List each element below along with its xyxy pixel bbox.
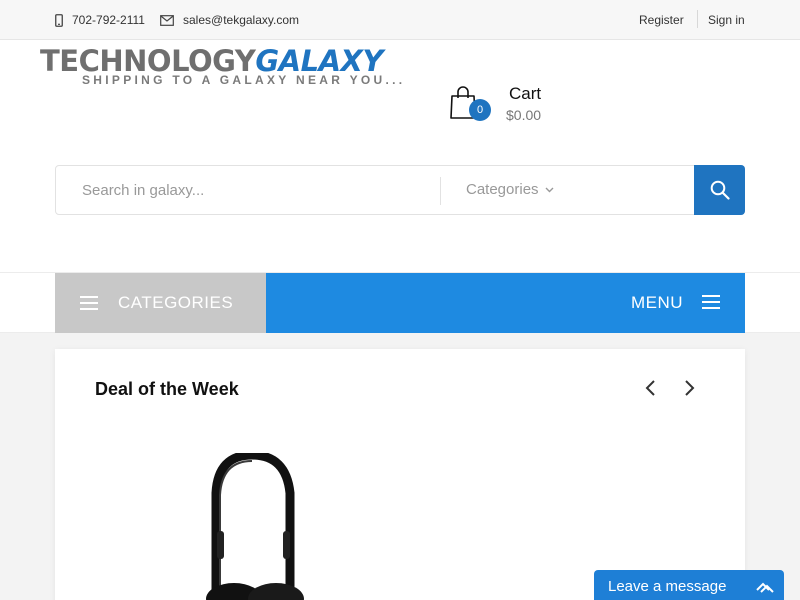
site-logo[interactable]: TECHNOLOGYGALAXY SHIPPING TO A GALAXY NE… [40, 44, 460, 88]
cart-count-badge: 0 [469, 99, 491, 121]
nav-band: CATEGORIES MENU [0, 272, 800, 333]
chevron-right-icon[interactable] [681, 379, 697, 397]
menu-bar[interactable]: MENU [266, 273, 745, 333]
hamburger-icon [80, 296, 98, 310]
hamburger-icon[interactable] [702, 295, 720, 309]
signin-link[interactable]: Sign in [708, 13, 745, 27]
search-button[interactable] [694, 165, 745, 215]
categories-button[interactable]: CATEGORIES [55, 273, 266, 333]
cart-label[interactable]: Cart [509, 84, 541, 104]
categories-label: CATEGORIES [118, 293, 234, 312]
mail-icon [160, 14, 174, 26]
search-bar: Categories [55, 165, 745, 215]
register-link[interactable]: Register [639, 13, 684, 27]
headphones-product-image[interactable] [200, 453, 310, 600]
search-icon [710, 180, 730, 200]
deal-title: Deal of the Week [95, 379, 239, 399]
search-divider [440, 177, 441, 205]
top-bar: 702-792-2111 sales@tekgalaxy.com Registe… [0, 0, 800, 40]
cart-total: $0.00 [506, 107, 542, 123]
category-select[interactable]: Categories [466, 181, 554, 198]
search-input[interactable] [56, 166, 440, 214]
chevron-down-icon [545, 187, 554, 192]
category-select-label: Categories [466, 181, 539, 198]
chat-label: Leave a message [608, 578, 727, 595]
expand-icon[interactable] [755, 578, 775, 598]
menu-label: MENU [630, 293, 683, 312]
phone-icon [55, 13, 63, 27]
phone-number: 702-792-2111 [72, 13, 145, 27]
contact-phone[interactable]: 702-792-2111 [55, 13, 145, 27]
chat-widget[interactable]: Leave a message [594, 570, 784, 600]
logo-tagline: SHIPPING TO A GALAXY NEAR YOU... [82, 73, 406, 87]
topbar-divider [697, 10, 698, 28]
contact-email[interactable]: sales@tekgalaxy.com [160, 13, 299, 27]
deal-of-the-week-card: Deal of the Week [55, 349, 745, 600]
email-address: sales@tekgalaxy.com [183, 13, 300, 27]
chevron-left-icon[interactable] [643, 379, 659, 397]
